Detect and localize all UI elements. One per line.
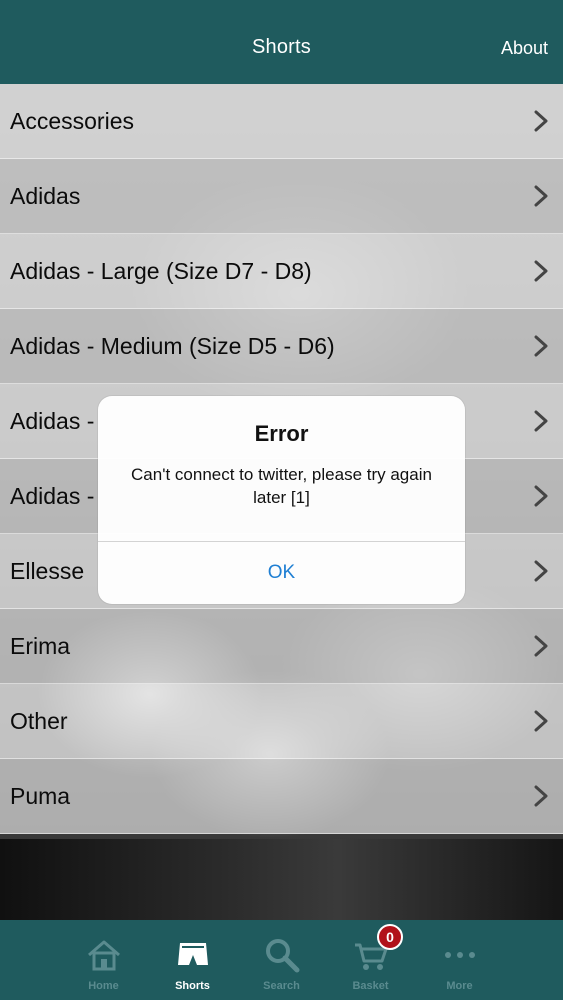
chevron-right-icon xyxy=(534,260,548,282)
tab-basket[interactable]: 0 Basket xyxy=(326,920,415,1000)
bottom-tab-bar: Home Shorts Search 0 Basket More xyxy=(0,920,563,1000)
shorts-icon xyxy=(177,943,208,965)
chevron-right-icon xyxy=(534,335,548,357)
list-item-label: Adidas - Large (Size D7 - D8) xyxy=(10,257,312,284)
background-photo-band xyxy=(0,839,563,921)
chevron-right-icon xyxy=(534,485,548,507)
list-item-label: Other xyxy=(10,707,68,734)
alert-message: Can't connect to twitter, please try aga… xyxy=(131,465,432,507)
tab-search-label: Search xyxy=(263,980,300,992)
basket-count-badge: 0 xyxy=(377,924,403,950)
list-item-label: Adidas - xyxy=(10,482,95,509)
alert-ok-button[interactable]: OK xyxy=(98,542,465,604)
chevron-right-icon xyxy=(534,710,548,732)
list-item[interactable]: Adidas xyxy=(0,159,563,234)
list-item[interactable]: Accessories xyxy=(0,84,563,159)
page-title: Shorts xyxy=(251,36,311,58)
list-item-label: Adidas - xyxy=(10,407,95,434)
list-item[interactable]: Erima xyxy=(0,609,563,684)
tab-home-label: Home xyxy=(88,980,119,992)
chevron-right-icon xyxy=(534,185,548,207)
tab-more[interactable]: More xyxy=(415,920,504,1000)
chevron-right-icon xyxy=(534,410,548,432)
tab-basket-label: Basket xyxy=(352,980,389,992)
tab-shorts[interactable]: Shorts xyxy=(148,920,237,1000)
list-item-label: Adidas - Medium (Size D5 - D6) xyxy=(10,332,335,359)
chevron-right-icon xyxy=(534,110,548,132)
more-icon xyxy=(444,952,475,958)
chevron-right-icon xyxy=(534,635,548,657)
list-item-label: Ellesse xyxy=(10,557,85,584)
tab-home[interactable]: Home xyxy=(59,920,148,1000)
tab-search[interactable]: Search xyxy=(237,920,326,1000)
top-navigation-bar: Shorts About xyxy=(0,0,563,84)
list-item-label: Erima xyxy=(10,632,71,659)
home-icon xyxy=(87,940,120,971)
list-item-label: Adidas xyxy=(10,182,81,209)
chevron-right-icon xyxy=(534,560,548,582)
error-alert-dialog: Error Can't connect to twitter, please t… xyxy=(98,396,465,604)
tab-more-label: More xyxy=(446,980,473,992)
list-item[interactable]: Adidas - Medium (Size D5 - D6) xyxy=(0,309,563,384)
list-item-label: Accessories xyxy=(10,107,134,134)
tab-shorts-label: Shorts xyxy=(175,980,210,992)
list-item[interactable]: Other xyxy=(0,684,563,759)
app-screen: Shorts About Accessories Adidas Adidas -… xyxy=(0,0,563,1000)
chevron-right-icon xyxy=(534,785,548,807)
list-item[interactable]: Adidas - Large (Size D7 - D8) xyxy=(0,234,563,309)
alert-title: Error xyxy=(254,421,309,446)
list-item-label: Puma xyxy=(10,782,71,809)
list-item[interactable]: Puma xyxy=(0,759,563,834)
search-icon xyxy=(265,939,299,973)
about-button[interactable]: About xyxy=(501,38,548,59)
